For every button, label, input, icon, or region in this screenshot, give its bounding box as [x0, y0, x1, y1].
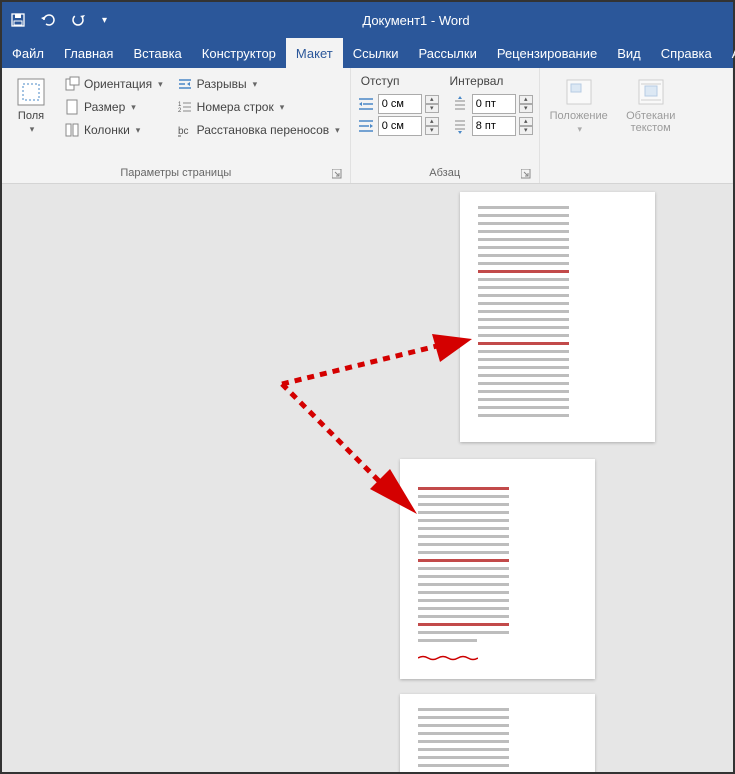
chevron-down-icon: ▾ [158, 79, 163, 90]
position-button: Положение ▾ [546, 72, 612, 165]
arrange-group-label [546, 165, 726, 181]
columns-button[interactable]: Колонки ▾ [60, 120, 167, 140]
hyphenation-button[interactable]: bc Расстановка переносов ▾ [173, 120, 344, 140]
tab-abbyy[interactable]: ABB [722, 38, 735, 68]
redo-icon[interactable] [70, 12, 86, 28]
indent-right-field[interactable]: ▴▾ [357, 116, 439, 136]
page-setup-group-label: Параметры страницы [8, 165, 344, 181]
tab-home[interactable]: Главная [54, 38, 123, 68]
chevron-down-icon: ▾ [30, 124, 35, 135]
page-text-preview [418, 708, 535, 772]
spelling-wavy-icon [418, 655, 478, 661]
tab-review[interactable]: Рецензирование [487, 38, 607, 68]
ribbon-tabs: Файл Главная Вставка Конструктор Макет С… [2, 38, 733, 68]
undo-icon[interactable] [40, 12, 56, 28]
spin-down-icon[interactable]: ▾ [519, 126, 533, 135]
svg-text:2: 2 [178, 108, 182, 114]
hyphenation-icon: bc [177, 122, 193, 138]
spacing-header: Интервал [450, 74, 504, 88]
tab-design[interactable]: Конструктор [192, 38, 286, 68]
breaks-label: Разрывы [197, 77, 247, 91]
tab-insert[interactable]: Вставка [123, 38, 191, 68]
orientation-icon [64, 76, 80, 92]
indent-right-icon [357, 117, 375, 135]
chevron-down-icon: ▾ [280, 102, 285, 113]
group-paragraph: Отступ Интервал ▴▾ ▴▾ ▴ [351, 68, 540, 183]
spin-up-icon[interactable]: ▴ [425, 95, 439, 104]
position-icon [563, 76, 595, 108]
group-arrange: Положение ▾ Обтекани текстом [540, 68, 733, 183]
chevron-down-icon: ▾ [131, 102, 136, 113]
chevron-down-icon: ▾ [253, 79, 258, 90]
indent-header: Отступ [361, 74, 400, 88]
line-numbers-label: Номера строк [197, 100, 274, 114]
save-icon[interactable] [10, 12, 26, 28]
page-text-preview [478, 206, 595, 422]
wrap-text-button: Обтекани текстом [618, 72, 684, 165]
spin-up-icon[interactable]: ▴ [519, 117, 533, 126]
paragraph-group-label: Абзац [357, 165, 533, 181]
space-before-field[interactable]: ▴▾ [451, 94, 533, 114]
size-icon [64, 99, 80, 115]
space-before-input[interactable] [472, 94, 516, 114]
margins-label: Поля [18, 110, 44, 122]
wrap-text-label: Обтекани текстом [620, 110, 682, 134]
size-label: Размер [84, 100, 125, 114]
line-numbers-button[interactable]: 12 Номера строк ▾ [173, 97, 344, 117]
tab-references[interactable]: Ссылки [343, 38, 409, 68]
spin-up-icon[interactable]: ▴ [425, 117, 439, 126]
dialog-launcher-icon[interactable] [521, 169, 531, 179]
tab-view[interactable]: Вид [607, 38, 651, 68]
spin-down-icon[interactable]: ▾ [519, 104, 533, 113]
annotation-arrow-1 [272, 334, 472, 394]
page-thumbnail-1[interactable] [460, 192, 655, 442]
indent-left-field[interactable]: ▴▾ [357, 94, 439, 114]
size-button[interactable]: Размер ▾ [60, 97, 167, 117]
quick-access-toolbar: ▾ [10, 12, 107, 28]
svg-text:bc: bc [178, 126, 189, 137]
indent-left-icon [357, 95, 375, 113]
group-page-setup: Поля ▾ Ориентация▾ Размер▾ Колонки▾ [2, 68, 351, 183]
space-before-icon [451, 95, 469, 113]
spin-down-icon[interactable]: ▾ [425, 126, 439, 135]
breaks-icon [177, 76, 193, 92]
tab-file[interactable]: Файл [2, 38, 54, 68]
spin-down-icon[interactable]: ▾ [425, 104, 439, 113]
margins-icon [15, 76, 47, 108]
columns-label: Колонки [84, 123, 130, 137]
indent-right-input[interactable] [378, 116, 422, 136]
tab-layout[interactable]: Макет [286, 38, 343, 68]
space-after-input[interactable] [472, 116, 516, 136]
chevron-down-icon: ▾ [577, 124, 582, 135]
orientation-button[interactable]: Ориентация ▾ [60, 74, 167, 94]
breaks-button[interactable]: Разрывы ▾ [173, 74, 344, 94]
window-title: Документ1 - Word [107, 13, 725, 28]
wrap-text-icon [635, 76, 667, 108]
columns-icon [64, 122, 80, 138]
page-thumbnail-2[interactable] [400, 459, 595, 679]
tab-mailings[interactable]: Рассылки [408, 38, 486, 68]
margins-button[interactable]: Поля ▾ [8, 72, 54, 165]
page-text-preview [418, 487, 535, 647]
page-thumbnail-3[interactable] [400, 694, 595, 772]
spin-up-icon[interactable]: ▴ [519, 95, 533, 104]
chevron-down-icon: ▾ [335, 125, 340, 136]
line-numbers-icon: 12 [177, 99, 193, 115]
orientation-label: Ориентация [84, 77, 152, 91]
ribbon: Поля ▾ Ориентация▾ Размер▾ Колонки▾ [2, 68, 733, 184]
dialog-launcher-icon[interactable] [332, 169, 342, 179]
titlebar: ▾ Документ1 - Word [2, 2, 733, 38]
position-label: Положение [550, 110, 608, 122]
tab-help[interactable]: Справка [651, 38, 722, 68]
space-after-icon [451, 117, 469, 135]
hyphenation-label: Расстановка переносов [197, 123, 330, 137]
document-canvas[interactable] [2, 184, 733, 772]
chevron-down-icon: ▾ [136, 125, 141, 136]
indent-left-input[interactable] [378, 94, 422, 114]
space-after-field[interactable]: ▴▾ [451, 116, 533, 136]
